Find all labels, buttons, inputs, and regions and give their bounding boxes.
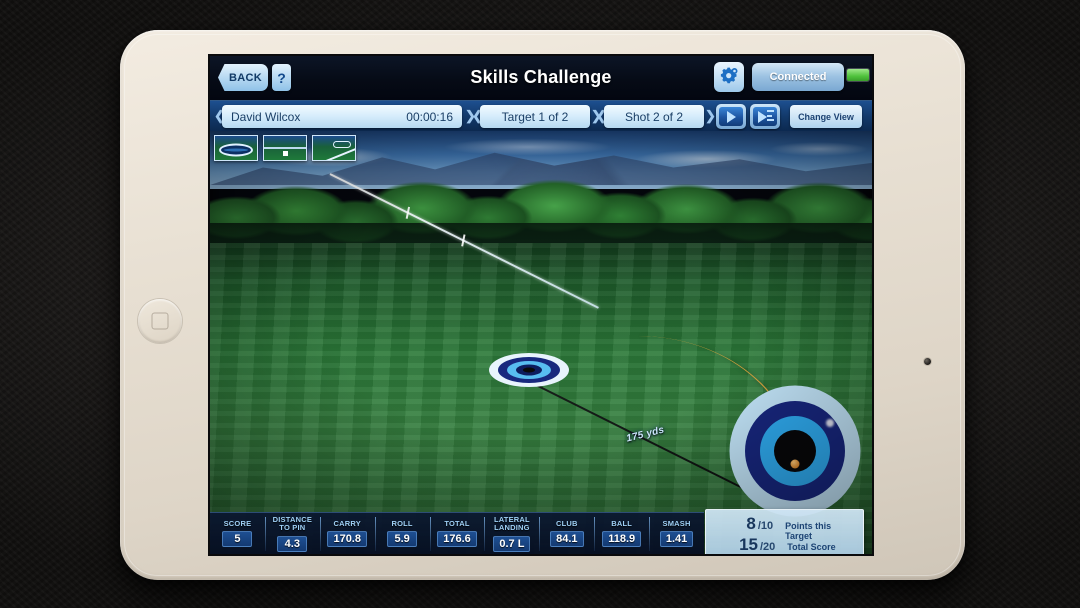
stat-value: 84.1 xyxy=(550,531,584,548)
total-value: 15 xyxy=(739,535,758,554)
bullseye-target xyxy=(729,385,860,516)
points-label: Points this Target xyxy=(785,521,832,541)
stat-cell: CARRY 170.8 xyxy=(319,513,375,554)
stat-cell: ROLL 5.9 xyxy=(374,513,430,554)
play-button[interactable] xyxy=(716,104,746,129)
fairway-target xyxy=(489,353,569,387)
stat-cell: TOTAL 176.6 xyxy=(429,513,485,554)
stat-label: DISTANCE TO PIN xyxy=(272,514,313,532)
side-view-thumbnail[interactable] xyxy=(312,135,356,161)
shot-stats-bar: SCORE 5 DISTANCE TO PIN 4.3 CARRY 170.8 ROLL 5.9… xyxy=(210,512,704,554)
stat-cell: CLUB 84.1 xyxy=(539,513,594,554)
tablet-screen: BACK ? Skills Challenge Connected ❮ Davi… xyxy=(210,56,872,554)
overhead-view-thumbnail[interactable] xyxy=(214,135,258,161)
stat-value: 176.6 xyxy=(437,531,477,548)
camera-view-thumbnails xyxy=(214,135,356,161)
stat-cell: BALL 118.9 xyxy=(594,513,649,554)
stat-label: SCORE xyxy=(223,518,252,528)
shot-next-chevron-icon[interactable]: ❯ xyxy=(705,108,716,124)
stat-cell: SCORE 5 xyxy=(210,513,265,554)
connection-status-button[interactable]: Connected xyxy=(752,63,844,91)
play-icon xyxy=(719,107,743,126)
stat-label: CLUB xyxy=(555,518,578,528)
stat-label: LATERAL LANDING xyxy=(493,514,530,532)
stat-label: TOTAL xyxy=(444,518,470,528)
points-value: 8 xyxy=(746,514,756,533)
stat-label: ROLL xyxy=(391,518,413,528)
front-camera-icon xyxy=(924,358,931,365)
session-timer: 00:00:16 xyxy=(406,109,453,124)
points-row: 8 /10 Points this Target xyxy=(712,514,857,541)
battery-icon xyxy=(847,69,869,81)
stat-cell: SMASH 1.41 xyxy=(649,513,704,554)
settings-button[interactable] xyxy=(714,62,744,92)
stat-value: 170.8 xyxy=(327,531,367,548)
stat-value: 4.3 xyxy=(277,535,308,552)
tablet-device: BACK ? Skills Challenge Connected ❮ Davi… xyxy=(120,30,965,580)
change-view-button[interactable]: Change View xyxy=(790,105,862,128)
title-bar: BACK ? Skills Challenge Connected xyxy=(210,56,872,100)
stat-label: SMASH xyxy=(662,518,691,528)
stat-value: 0.7 L xyxy=(493,535,531,552)
stat-value: 118.9 xyxy=(602,531,642,548)
total-max: /20 xyxy=(760,541,776,553)
points-max: /10 xyxy=(757,520,774,532)
connection-status-label: Connected xyxy=(769,71,827,83)
replay-button[interactable] xyxy=(750,104,780,129)
change-view-label: Change View xyxy=(798,111,854,122)
play-motion-icon xyxy=(753,107,777,126)
stat-label: BALL xyxy=(611,518,633,528)
total-label: Total Score xyxy=(787,542,836,552)
score-panel: 8 /10 Points this Target 15 /20 Total Sc… xyxy=(705,509,864,554)
target-glint xyxy=(826,419,834,427)
stat-value: 1.41 xyxy=(659,531,694,548)
home-button[interactable] xyxy=(138,299,182,343)
stat-value: 5.9 xyxy=(387,531,418,548)
player-field[interactable]: David Wilcox 00:00:16 xyxy=(222,105,462,128)
stat-value: 5 xyxy=(222,531,253,548)
shot-counter-label: Shot 2 of 2 xyxy=(624,109,684,124)
ball-impact-marker xyxy=(790,459,799,469)
target-counter[interactable]: Target 1 of 2 xyxy=(480,105,590,128)
player-name: David Wilcox xyxy=(231,109,301,124)
stat-cell: DISTANCE TO PIN 4.3 xyxy=(264,513,320,554)
stat-label: CARRY xyxy=(333,518,361,528)
session-toolbar: ❮ David Wilcox 00:00:16 ❯ ❮ Target 1 of … xyxy=(210,100,872,131)
gear-icon xyxy=(720,67,738,84)
simulator-scene: 175 yds 8 /10 Points this Target 15 /20 … xyxy=(210,131,872,554)
behind-ball-view-thumbnail[interactable] xyxy=(263,135,307,161)
shot-counter[interactable]: Shot 2 of 2 xyxy=(604,105,704,128)
target-counter-label: Target 1 of 2 xyxy=(501,109,569,124)
stat-cell: LATERAL LANDING 0.7 L xyxy=(484,513,539,554)
